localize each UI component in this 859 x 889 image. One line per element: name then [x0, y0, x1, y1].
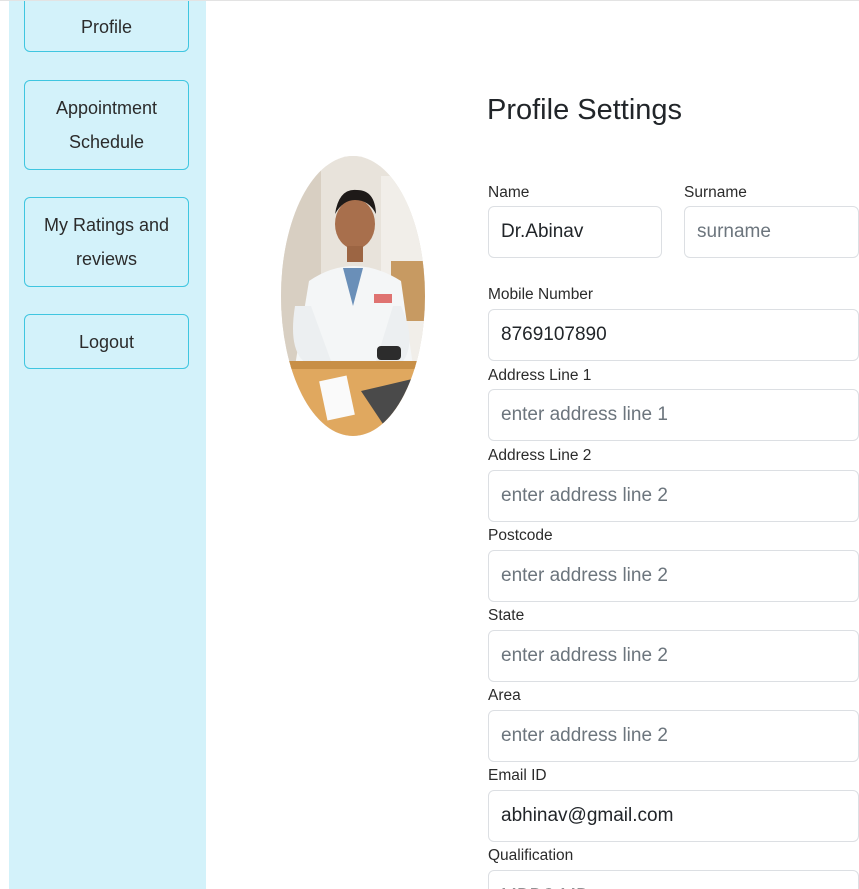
profile-settings-page: Profile Appointment Schedule My Ratings …: [0, 0, 859, 889]
address-line-2-input[interactable]: [488, 470, 859, 522]
address-line-2-label: Address Line 2: [488, 447, 592, 464]
surname-label: Surname: [684, 184, 747, 201]
address-line-1-label: Address Line 1: [488, 367, 592, 384]
qualification-input[interactable]: [488, 870, 859, 889]
doctor-portrait-image: [281, 156, 425, 436]
sidebar-item-appointment-schedule[interactable]: Appointment Schedule: [24, 80, 189, 170]
name-label: Name: [488, 184, 530, 201]
mobile-number-label: Mobile Number: [488, 286, 594, 303]
profile-photo: [281, 156, 425, 436]
state-input[interactable]: [488, 630, 859, 682]
area-label: Area: [488, 687, 521, 704]
email-label: Email ID: [488, 767, 547, 784]
sidebar-item-ratings-reviews[interactable]: My Ratings and reviews: [24, 197, 189, 287]
sidebar-item-label: My Ratings and reviews: [43, 215, 170, 269]
state-label: State: [488, 607, 525, 624]
address-line-1-input[interactable]: [488, 389, 859, 441]
name-input[interactable]: [488, 206, 662, 258]
sidebar-item-logout[interactable]: Logout: [24, 314, 189, 369]
sidebar-item-label: Appointment Schedule: [55, 98, 158, 152]
qualification-label: Qualification: [488, 847, 574, 864]
page-title: Profile Settings: [487, 94, 683, 126]
sidebar: Profile Appointment Schedule My Ratings …: [9, 1, 206, 889]
area-input[interactable]: [488, 710, 859, 762]
postcode-input[interactable]: [488, 550, 859, 602]
sidebar-item-profile[interactable]: Profile: [24, 1, 189, 52]
email-input[interactable]: [488, 790, 859, 842]
surname-input[interactable]: [684, 206, 859, 258]
mobile-number-input[interactable]: [488, 309, 859, 361]
postcode-label: Postcode: [488, 527, 553, 544]
sidebar-item-label: Profile: [80, 16, 133, 37]
sidebar-item-label: Logout: [78, 331, 135, 352]
